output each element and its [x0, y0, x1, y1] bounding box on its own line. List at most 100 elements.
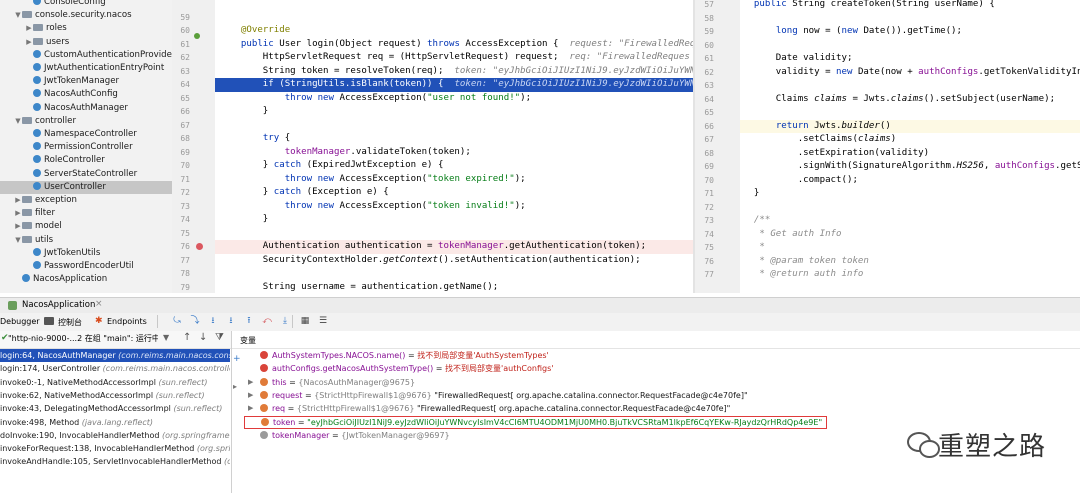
- tree-item[interactable]: NacosApplication: [0, 273, 172, 286]
- variable-value: {StrictHttpFirewall$1@9676} "FirewalledR…: [314, 391, 747, 400]
- chevron-right-icon[interactable]: ▶: [25, 22, 33, 35]
- tree-item[interactable]: JwtTokenManager: [0, 75, 172, 88]
- code-line: throw new AccessException("user not foun…: [284, 92, 532, 103]
- tree-item[interactable]: ▶ filter: [0, 207, 172, 220]
- tree-item[interactable]: CustomAuthenticationProvider: [0, 49, 172, 62]
- step-over-icon[interactable]: ⤵: [190, 316, 200, 326]
- step-into-icon[interactable]: ⭳: [208, 316, 218, 326]
- tree-item[interactable]: NamespaceController: [0, 128, 172, 141]
- chevron-right-icon[interactable]: ▶: [14, 220, 22, 233]
- tree-item[interactable]: ▼ utils: [0, 234, 172, 247]
- close-icon[interactable]: ×: [95, 299, 103, 309]
- stack-frame[interactable]: invokeForRequest:138, InvocableHandlerMe…: [0, 442, 230, 455]
- tree-item[interactable]: JwtAuthenticationEntryPoint: [0, 62, 172, 75]
- thread-selector[interactable]: "http-nio-9000-...2 在组 "main": 运行中: [8, 333, 158, 344]
- folder-icon: [22, 11, 32, 19]
- run-tab-label[interactable]: NacosApplication: [22, 299, 95, 312]
- stack-frame[interactable]: invoke:43, DelegatingMethodAccessorImpl …: [0, 402, 230, 415]
- stack-frame[interactable]: invoke0:-1, NativeMethodAccessorImpl (su…: [0, 376, 230, 389]
- variable-separator: =: [295, 417, 308, 427]
- variable-row[interactable]: ▶ request = {StrictHttpFirewall$1@9676} "…: [244, 389, 748, 402]
- tree-item[interactable]: NacosAuthConfig: [0, 88, 172, 101]
- tab-debugger[interactable]: Debugger: [0, 317, 40, 326]
- tree-item-label: JwtTokenUtils: [44, 247, 101, 258]
- tree-item[interactable]: ▼ console.security.nacos: [0, 9, 172, 22]
- tab-endpoints[interactable]: Endpoints: [107, 317, 147, 326]
- run-to-cursor-icon[interactable]: ⤓: [280, 316, 290, 326]
- tab-console[interactable]: 控制台: [58, 317, 82, 328]
- force-step-into-icon[interactable]: ⭳: [226, 316, 236, 326]
- tree-item[interactable]: ConsoleConfig: [0, 0, 172, 9]
- variable-row[interactable]: ▶ req = {StrictHttpFirewall$1@9676} "Fire…: [244, 402, 730, 415]
- tree-item[interactable]: JwtTokenUtils: [0, 247, 172, 260]
- tree-item[interactable]: NacosAuthManager: [0, 102, 172, 115]
- chevron-right-icon[interactable]: ▶: [14, 194, 22, 207]
- variable-value: "eyJhbGciOiJIUzI1NiJ9.eyJzdWIiOiJuYWNvcy…: [307, 417, 823, 427]
- tree-item[interactable]: RoleController: [0, 154, 172, 167]
- stack-frame-method: invoke:498, Method: [0, 417, 80, 427]
- line-number: 68: [180, 134, 190, 143]
- tree-item[interactable]: ▶ model: [0, 220, 172, 233]
- expand-arrow-icon[interactable]: ▶: [248, 402, 253, 415]
- left-editor[interactable]: @Override public User login(Object reque…: [215, 0, 693, 293]
- tree-item[interactable]: ServerStateController: [0, 168, 172, 181]
- code-line: Date validity;: [740, 53, 853, 63]
- drop-frame-icon[interactable]: ⤺: [262, 316, 272, 326]
- stack-frame-class: (org.: [224, 457, 230, 467]
- thread-selector-bar: ✔ "http-nio-9000-...2 在组 "main": 运行中 ▼ ↑…: [0, 331, 231, 349]
- trace-icon[interactable]: ☰: [318, 316, 328, 326]
- line-number: 76: [704, 256, 714, 266]
- stack-frame[interactable]: doInvoke:190, InvocableHandlerMethod (or…: [0, 429, 230, 442]
- filter-icon[interactable]: ⧩: [215, 332, 224, 343]
- chevron-down-icon[interactable]: ▼: [14, 9, 22, 22]
- variable-row[interactable]: AuthSystemTypes.NACOS.name() = 找不到局部变量'A…: [244, 349, 549, 362]
- tree-item-label: PasswordEncoderUtil: [44, 261, 134, 271]
- chevron-right-icon[interactable]: ▶: [14, 207, 22, 220]
- expand-arrow-icon[interactable]: ▶: [248, 376, 253, 389]
- evaluate-icon[interactable]: ▦: [300, 316, 310, 326]
- override-icon: [194, 33, 200, 39]
- step-out-icon[interactable]: ⭱: [244, 316, 254, 326]
- stack-frame[interactable]: invoke:498, Method (java.lang.reflect): [0, 416, 230, 429]
- tree-item[interactable]: ▼ controller: [0, 115, 172, 128]
- variable-row[interactable]: authConfigs.getNacosAuthSystemType() = 找…: [244, 362, 553, 375]
- line-number: 67: [180, 120, 190, 130]
- stack-frame-method: invokeAndHandle:105, ServletInvocableHan…: [0, 457, 222, 467]
- variable-separator: =: [433, 364, 446, 374]
- variable-separator: =: [285, 404, 297, 414]
- add-watch-icon[interactable]: +: [233, 354, 241, 364]
- tree-item[interactable]: PasswordEncoderUtil: [0, 260, 172, 273]
- tree-item[interactable]: PermissionController: [0, 141, 172, 154]
- chevron-down-icon[interactable]: ▼: [14, 115, 22, 128]
- stack-frame[interactable]: invokeAndHandle:105, ServletInvocableHan…: [0, 455, 230, 468]
- expand-icon[interactable]: ▸: [233, 382, 237, 391]
- code-line: /**: [753, 215, 771, 225]
- right-editor[interactable]: public String createToken(String userNam…: [740, 0, 1080, 293]
- code-line: .compact();: [740, 174, 858, 185]
- tree-item[interactable]: ▶ roles: [0, 22, 172, 35]
- variable-text: "FirewalledRequest[ org.apache.catalina.…: [414, 404, 731, 414]
- expand-arrow-icon[interactable]: ▶: [248, 389, 253, 402]
- chevron-down-icon[interactable]: ▼: [14, 234, 22, 247]
- chevron-down-icon[interactable]: ▼: [163, 333, 169, 342]
- code-line: try {: [262, 133, 291, 143]
- stack-frame[interactable]: login:64, NacosAuthManager (com.reims.ma…: [0, 349, 230, 363]
- line-number: 63: [704, 81, 714, 90]
- breakpoint-icon[interactable]: [196, 243, 203, 250]
- stack-frame[interactable]: invoke:62, NativeMethodAccessorImpl (sun…: [0, 389, 230, 402]
- tree-item[interactable]: ▶ exception: [0, 194, 172, 207]
- variable-row[interactable]: tokenManager = {JwtTokenManager@9697}: [244, 429, 450, 442]
- line-number: 65: [180, 93, 190, 103]
- arrow-up-icon[interactable]: ↑: [183, 332, 191, 343]
- variable-separator: =: [329, 430, 342, 440]
- variable-row[interactable]: ▶ this = {NacosAuthManager@9675}: [244, 376, 415, 389]
- code-line: *: [759, 242, 765, 252]
- variable-row[interactable]: token = "eyJhbGciOiJIUzI1NiJ9.eyJzdWIiOi…: [244, 415, 828, 429]
- tree-item[interactable]: UserController: [0, 180, 172, 194]
- tree-item[interactable]: ▶ users: [0, 36, 172, 49]
- arrow-down-icon[interactable]: ↓: [199, 332, 207, 343]
- chevron-right-icon[interactable]: ▶: [25, 36, 33, 49]
- show-execution-point-icon[interactable]: ⤿: [172, 316, 182, 326]
- stack-frame[interactable]: login:174, UserController (com.reims.mai…: [0, 362, 230, 375]
- error-icon: [260, 364, 268, 373]
